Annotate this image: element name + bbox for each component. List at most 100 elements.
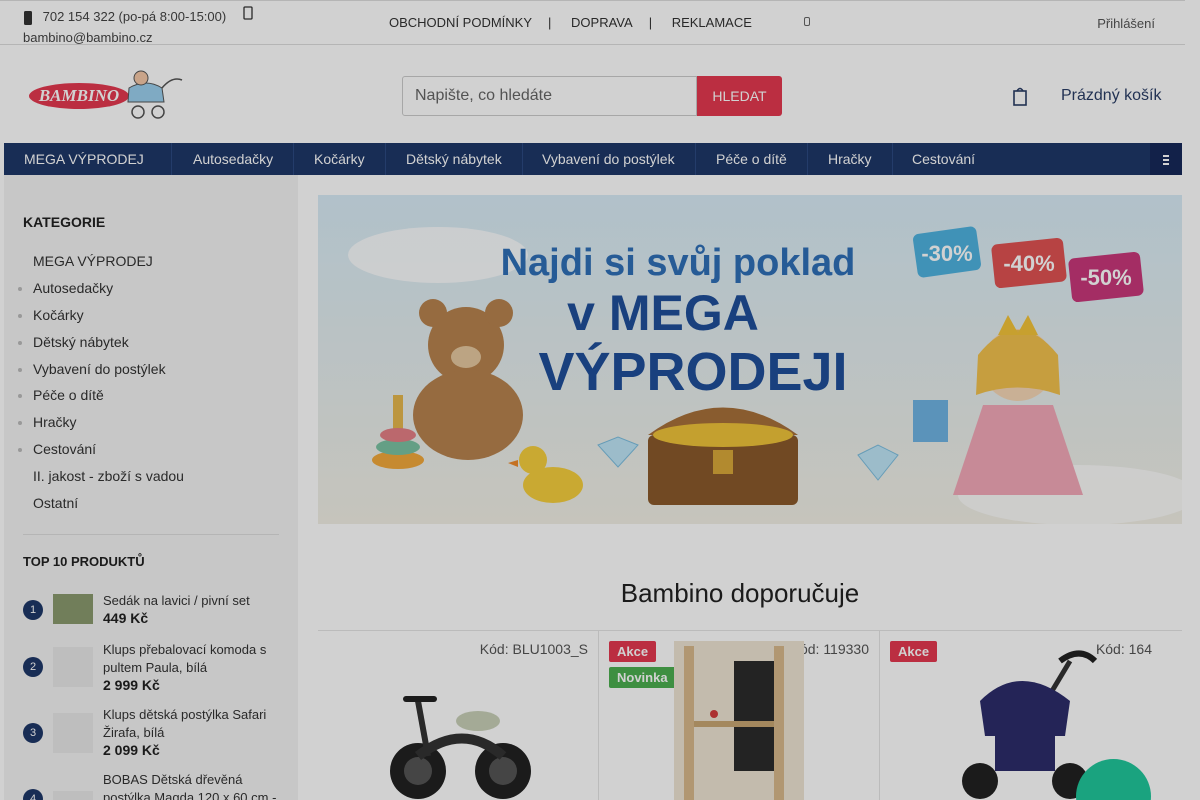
- nav-item-crib-equipment[interactable]: Vybavení do postýlek: [522, 143, 696, 175]
- treasure-chest-illustration: [648, 407, 798, 505]
- nav-item-kids-furniture[interactable]: Dětský nábytek: [386, 143, 523, 175]
- bullet-icon: [18, 394, 22, 398]
- category-label: MEGA VÝPRODEJ: [33, 253, 153, 269]
- product-card[interactable]: Kód: BLU1003_S: [318, 630, 598, 800]
- sidebar-item-other[interactable]: Ostatní: [33, 495, 78, 511]
- nav-item-child-care[interactable]: Péče o dítě: [696, 143, 808, 175]
- nav-item-label: Hračky: [828, 151, 872, 167]
- product-name[interactable]: Klups přebalovací komoda s pultem Paula,…: [103, 641, 283, 677]
- cart-icon[interactable]: [1013, 86, 1027, 106]
- sidebar-item-mega-sale[interactable]: MEGA VÝPRODEJ: [33, 253, 153, 269]
- banner-headline: Najdi si svůj poklad: [501, 242, 856, 284]
- product-name[interactable]: Sedák na lavici / pivní set: [103, 592, 283, 610]
- nav-item-toys[interactable]: Hračky: [808, 143, 893, 175]
- svg-text:-40%: -40%: [1003, 251, 1054, 276]
- promo-banner[interactable]: Najdi si svůj poklad v MEGA VÝPRODEJI -3…: [318, 195, 1182, 524]
- top10-item[interactable]: 4 BOBAS Dětská dřevěná postýlka Magda 12…: [23, 771, 283, 800]
- login-link[interactable]: Přihlášení: [1097, 16, 1155, 31]
- category-label: Péče o dítě: [33, 387, 104, 403]
- toggle-icon[interactable]: [804, 17, 810, 26]
- section-title: Bambino doporučuje: [620, 578, 860, 608]
- logo-text: BAMBINO: [38, 86, 119, 105]
- mail-icon: [243, 6, 253, 20]
- sidebar-item-strollers[interactable]: Kočárky: [18, 307, 84, 323]
- nav-item-travel[interactable]: Cestování: [892, 143, 995, 175]
- discount-tag: -40%: [991, 237, 1067, 289]
- category-label: Vybavení do postýlek: [33, 361, 166, 377]
- nav-item-car-seats[interactable]: Autosedačky: [173, 143, 295, 175]
- top-bar: 702 154 322 (po-pá 8:00-15:00) bambino@b…: [0, 0, 1185, 45]
- sidebar-item-crib-equipment[interactable]: Vybavení do postýlek: [18, 361, 166, 377]
- product-name[interactable]: Klups dětská postýlka Safari Žirafa, bíl…: [103, 706, 283, 742]
- nav-item-label: Dětský nábytek: [406, 151, 502, 167]
- product-thumbnail: [53, 713, 93, 753]
- menu-icon: [1163, 155, 1169, 157]
- product-code: Kód: BLU1003_S: [479, 641, 588, 657]
- top10-item[interactable]: 2 Klups přebalovací komoda s pultem Paul…: [23, 641, 283, 697]
- cart-label[interactable]: Prázdný košík: [1061, 87, 1161, 105]
- category-label: Autosedačky: [33, 280, 114, 296]
- product-card[interactable]: Akce Novinka Kód: 119330: [598, 630, 879, 800]
- product-thumbnail: [53, 791, 93, 800]
- product-image[interactable]: [378, 661, 538, 800]
- nav-item-label: MEGA VÝPRODEJ: [24, 151, 144, 167]
- rank-badge: 2: [23, 657, 43, 677]
- product-thumbnail: [53, 647, 93, 687]
- menu-button[interactable]: [1150, 143, 1182, 175]
- category-label: Kočárky: [33, 307, 84, 323]
- sidebar-item-toys[interactable]: Hračky: [18, 414, 77, 430]
- logo[interactable]: BAMBINO: [24, 66, 186, 124]
- product-price: 2 999 Kč: [103, 677, 160, 693]
- product-image[interactable]: [674, 641, 804, 800]
- link-terms[interactable]: OBCHODNÍ PODMÍNKY: [389, 15, 532, 30]
- rank-badge: 3: [23, 723, 43, 743]
- badge-sale: Akce: [890, 641, 938, 662]
- product-thumbnail: [53, 594, 93, 624]
- nav-item-label: Autosedačky: [193, 151, 274, 167]
- link-complaints[interactable]: REKLAMACE: [672, 15, 752, 30]
- category-label: Cestování: [33, 441, 97, 457]
- nav-item-mega-sale[interactable]: MEGA VÝPRODEJ: [4, 143, 172, 175]
- main-nav: MEGA VÝPRODEJ Autosedačky Kočárky Dětský…: [4, 143, 1182, 175]
- nav-item-strollers[interactable]: Kočárky: [294, 143, 386, 175]
- bullet-icon: [18, 314, 22, 318]
- top10-item[interactable]: 3 Klups dětská postýlka Safari Žirafa, b…: [23, 706, 283, 762]
- phone-icon: [24, 10, 32, 25]
- divider: |: [548, 15, 552, 30]
- sidebar-item-second-quality[interactable]: II. jakost - zboží s vadou: [33, 468, 184, 484]
- bullet-icon: [18, 448, 22, 452]
- product-name[interactable]: BOBAS Dětská dřevěná postýlka Magda 120 …: [103, 771, 283, 800]
- rank-badge: 1: [23, 600, 43, 620]
- sidebar-item-kids-furniture[interactable]: Dětský nábytek: [18, 334, 129, 350]
- sidebar-item-travel[interactable]: Cestování: [18, 441, 97, 457]
- nav-item-label: Péče o dítě: [716, 151, 787, 167]
- product-price: 2 099 Kč: [103, 742, 160, 758]
- svg-text:-30%: -30%: [921, 241, 972, 266]
- category-label: Ostatní: [33, 495, 79, 511]
- product-price: 449 Kč: [103, 610, 149, 626]
- contact-info: 702 154 322 (po-pá 8:00-15:00) bambino@b…: [23, 6, 273, 48]
- sidebar-title: KATEGORIE: [23, 214, 106, 230]
- bullet-icon: [18, 421, 22, 425]
- nav-item-label: Vybavení do postýlek: [542, 151, 675, 167]
- banner-subhead: v MEGA: [567, 285, 759, 341]
- category-label: Hračky: [33, 414, 77, 430]
- top10-item[interactable]: 1 Sedák na lavici / pivní set 449 Kč: [23, 592, 283, 632]
- divider: |: [648, 15, 653, 30]
- discount-tag: -30%: [913, 226, 981, 278]
- email-link[interactable]: bambino@bambino.cz: [23, 27, 273, 48]
- discount-tag: -50%: [1068, 251, 1144, 303]
- sidebar-item-car-seats[interactable]: Autosedačky: [18, 280, 114, 296]
- nav-item-label: Kočárky: [314, 151, 365, 167]
- bullet-icon: [18, 287, 22, 291]
- link-shipping[interactable]: DOPRAVA: [571, 15, 633, 30]
- banner-title: VÝPRODEJI: [538, 342, 847, 402]
- rank-badge: 4: [23, 789, 43, 800]
- category-label: II. jakost - zboží s vadou: [33, 468, 184, 484]
- search-button[interactable]: HLEDAT: [697, 76, 782, 116]
- badge-new: Novinka: [609, 667, 676, 688]
- svg-text:-50%: -50%: [1080, 265, 1131, 290]
- phone-number[interactable]: 702 154 322 (po-pá 8:00-15:00): [43, 9, 227, 24]
- sidebar-item-child-care[interactable]: Péče o dítě: [18, 387, 104, 403]
- search-input[interactable]: [402, 76, 697, 116]
